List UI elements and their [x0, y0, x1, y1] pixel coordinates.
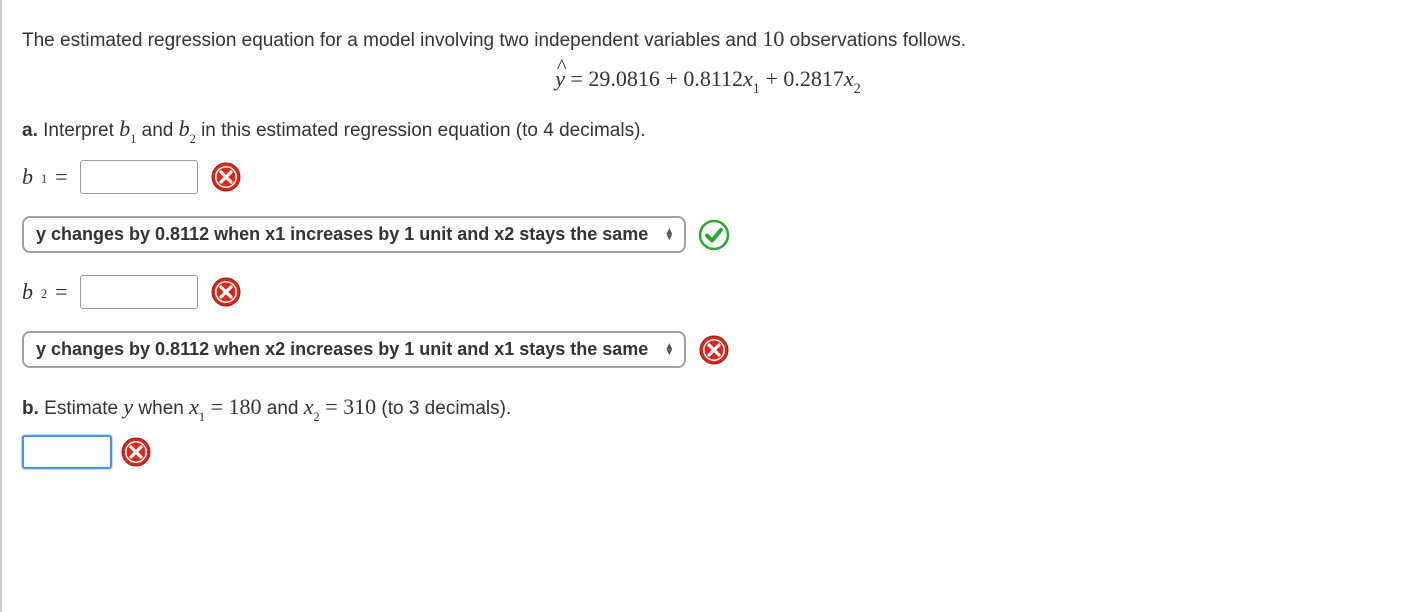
x2: x: [844, 66, 854, 91]
pb-and: and: [261, 398, 303, 419]
regression-equation: y = 29.0816 + 0.8112x1 + 0.2817x2: [22, 66, 1394, 96]
b2-b: b: [22, 279, 33, 305]
b1-input[interactable]: [80, 160, 198, 194]
incorrect-icon: [698, 334, 730, 366]
b2-input-row: b2 =: [22, 275, 1394, 309]
incorrect-icon: [120, 436, 152, 468]
x1-sub: 1: [753, 81, 760, 97]
incorrect-icon: [210, 161, 242, 193]
part-b-answer-row: [22, 435, 1394, 469]
pb-x2: x: [304, 394, 314, 419]
x2-sub: 2: [854, 81, 861, 97]
part-b-label: b.: [22, 398, 39, 419]
part-a-prompt: a. Interpret b1 and b2 in this estimated…: [22, 112, 1394, 146]
b2-s: 2: [41, 287, 47, 302]
b1-s: 1: [41, 172, 47, 187]
b1-label: b1 =: [22, 164, 68, 190]
pb-eq2: =: [320, 394, 343, 419]
plus-2: +: [760, 66, 783, 91]
b2-label: b2 =: [22, 279, 68, 305]
b1-eq: =: [55, 164, 67, 190]
b1-b: b: [22, 164, 33, 190]
part-b-pre: Estimate: [39, 398, 123, 419]
pb-x1s: 1: [199, 410, 205, 424]
b2-input[interactable]: [80, 275, 198, 309]
coef-2: 0.2817: [783, 66, 844, 91]
pb-eq1: =: [205, 394, 228, 419]
stepper-icon: ▲▼: [664, 344, 674, 356]
stepper-icon: ▲▼: [664, 229, 674, 241]
correct-icon: [698, 219, 730, 251]
coef-0: 29.0816: [588, 66, 660, 91]
y-hat: y: [555, 66, 565, 92]
part-b-prompt: b. Estimate y when x1 = 180 and x2 = 310…: [22, 390, 1394, 424]
part-a-pre: Interpret: [38, 120, 119, 141]
intro-pre: The estimated regression equation for a …: [22, 30, 762, 51]
pb-mid1: when: [133, 398, 189, 419]
b2-eq: =: [55, 279, 67, 305]
pb-y: y: [123, 394, 133, 419]
pb-v2: 310: [343, 394, 376, 419]
b1-input-row: b1 =: [22, 160, 1394, 194]
select-b2-interpretation[interactable]: y changes by 0.8112 when x2 increases by…: [22, 331, 686, 368]
part-a-label: a.: [22, 120, 38, 141]
b2-sym: b: [179, 116, 190, 141]
incorrect-icon: [210, 276, 242, 308]
b2-sub: 2: [190, 132, 196, 146]
eq-sign: =: [565, 66, 588, 91]
coef-1: 0.8112: [683, 66, 743, 91]
intro-n: 10: [762, 26, 784, 51]
pb-post: (to 3 decimals).: [376, 398, 511, 419]
part-a-post: in this estimated regression equation (t…: [196, 120, 646, 141]
plus-1: +: [660, 66, 683, 91]
select1-row: y changes by 0.8112 when x1 increases by…: [22, 216, 1394, 253]
intro-post: observations follows.: [784, 30, 966, 51]
x1: x: [743, 66, 753, 91]
part-b-input[interactable]: [22, 435, 112, 469]
pb-x1: x: [189, 394, 199, 419]
pb-v1: 180: [228, 394, 261, 419]
select1-text: y changes by 0.8112 when x1 increases by…: [36, 224, 648, 245]
part-a-and: and: [136, 120, 178, 141]
b1-sym: b: [119, 116, 130, 141]
select2-text: y changes by 0.8112 when x2 increases by…: [36, 339, 648, 360]
select2-row: y changes by 0.8112 when x2 increases by…: [22, 331, 1394, 368]
b1-sub: 1: [130, 132, 136, 146]
select-b1-interpretation[interactable]: y changes by 0.8112 when x1 increases by…: [22, 216, 686, 253]
intro-text: The estimated regression equation for a …: [22, 22, 1394, 56]
pb-x2s: 2: [314, 410, 320, 424]
